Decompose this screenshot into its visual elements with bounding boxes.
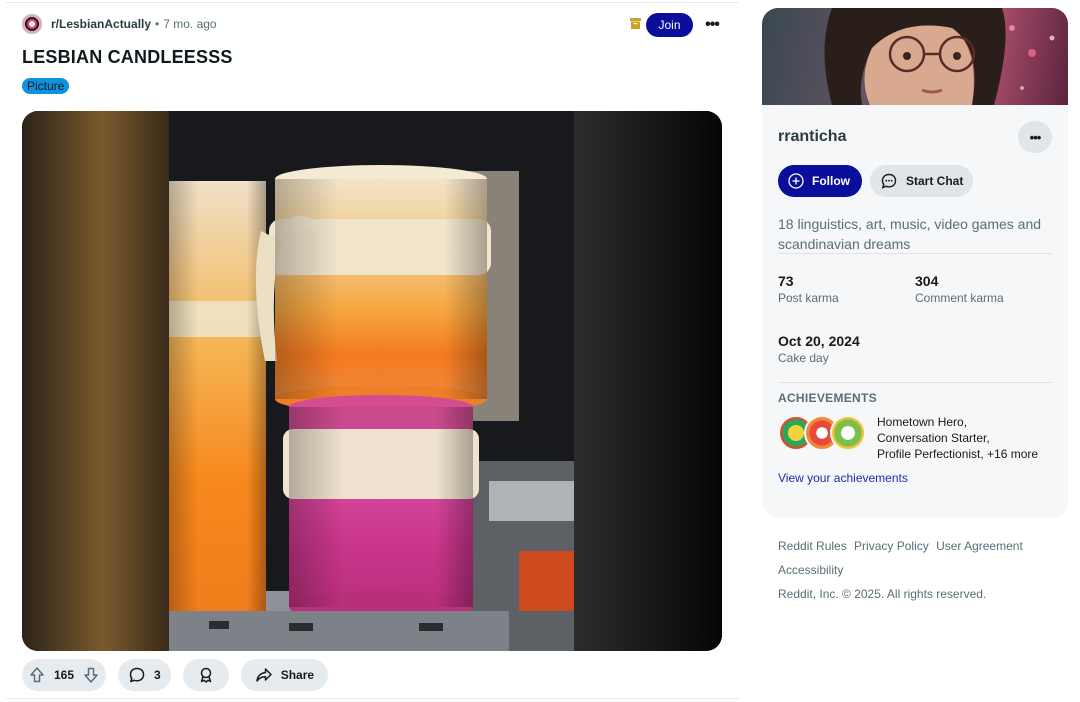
cake-day-value: Oct 20, 2024	[778, 333, 860, 349]
post-karma-value: 73	[778, 273, 794, 289]
follow-label: Follow	[812, 174, 850, 188]
achievement-line: Profile Perfectionist, +16 more	[877, 447, 1039, 461]
comment-karma-value: 304	[915, 273, 939, 289]
comment-icon	[129, 667, 145, 683]
comment-count: 3	[154, 668, 161, 682]
post-actions: 165 3 Share	[22, 659, 329, 691]
candles-illustration	[169, 111, 574, 651]
footer-copyright: Reddit, Inc. © 2025. All rights reserved…	[778, 587, 987, 601]
award-icon	[200, 667, 211, 683]
meta-separator: •	[155, 17, 160, 31]
start-chat-button[interactable]: Start Chat	[870, 165, 973, 197]
site-footer: Reddit Rules Privacy Policy User Agreeme…	[778, 534, 1068, 606]
archive-icon	[630, 18, 641, 29]
profile-card: rranticha ••• Follow Start Chat 18 lingu…	[762, 8, 1068, 518]
comment-karma-label: Comment karma	[915, 291, 1004, 305]
join-button[interactable]: Join	[646, 13, 693, 37]
profile-banner	[762, 8, 1068, 105]
post-meta: r/LesbianActually • 7 mo. ago	[22, 13, 217, 35]
profile-perfectionist-badge-icon	[830, 415, 866, 451]
view-achievements-link[interactable]: View your achievements	[778, 471, 908, 485]
profile-more-button[interactable]: •••	[1018, 121, 1052, 153]
image-blur-left	[22, 111, 169, 651]
banner-illustration	[824, 8, 1055, 105]
comments-button[interactable]: 3	[118, 659, 171, 691]
achievement-line: Hometown Hero,	[877, 415, 968, 429]
share-label: Share	[280, 668, 315, 682]
share-icon	[255, 668, 272, 682]
chat-label: Start Chat	[906, 174, 964, 188]
footer-link-privacy[interactable]: Privacy Policy	[854, 539, 929, 553]
chat-icon	[881, 173, 897, 189]
achievements-title: ACHIEVEMENTS	[778, 391, 877, 405]
cake-day-label: Cake day	[778, 351, 829, 365]
candles-photo	[169, 111, 574, 651]
post-karma-label: Post karma	[778, 291, 839, 305]
footer-link-accessibility[interactable]: Accessibility	[778, 563, 843, 577]
upvote-icon[interactable]	[28, 666, 46, 684]
subreddit-avatar[interactable]	[22, 14, 42, 34]
post-card: r/LesbianActually • 7 mo. ago Join ••• L…	[6, 2, 739, 699]
award-button[interactable]	[182, 659, 229, 691]
achievements-list: Hometown Hero, Conversation Starter, Pro…	[877, 414, 1038, 462]
post-image[interactable]	[22, 111, 722, 651]
footer-link-rules[interactable]: Reddit Rules	[778, 539, 847, 553]
post-more-button[interactable]: •••	[700, 13, 724, 37]
achievement-badges[interactable]	[778, 413, 866, 453]
post-title[interactable]: LESBIAN CANDLEESSS	[22, 47, 233, 68]
follow-button[interactable]: Follow	[778, 165, 862, 197]
subreddit-name[interactable]: r/LesbianActually	[51, 17, 151, 31]
achievement-line: Conversation Starter,	[877, 431, 990, 445]
profile-username: rranticha	[778, 128, 847, 145]
profile-bio: 18 linguistics, art, music, video games …	[778, 216, 1042, 252]
plus-circle-icon	[788, 173, 804, 189]
vote-pill: 165	[22, 659, 107, 691]
divider	[778, 253, 1052, 254]
vote-count: 165	[54, 668, 75, 682]
share-button[interactable]: Share	[240, 659, 329, 691]
downvote-icon[interactable]	[82, 666, 100, 684]
post-time: 7 mo. ago	[163, 17, 217, 31]
post-flair[interactable]: Picture	[22, 78, 70, 94]
image-blur-right	[574, 111, 722, 651]
divider	[778, 382, 1052, 383]
footer-link-user-agreement[interactable]: User Agreement	[936, 539, 1023, 553]
